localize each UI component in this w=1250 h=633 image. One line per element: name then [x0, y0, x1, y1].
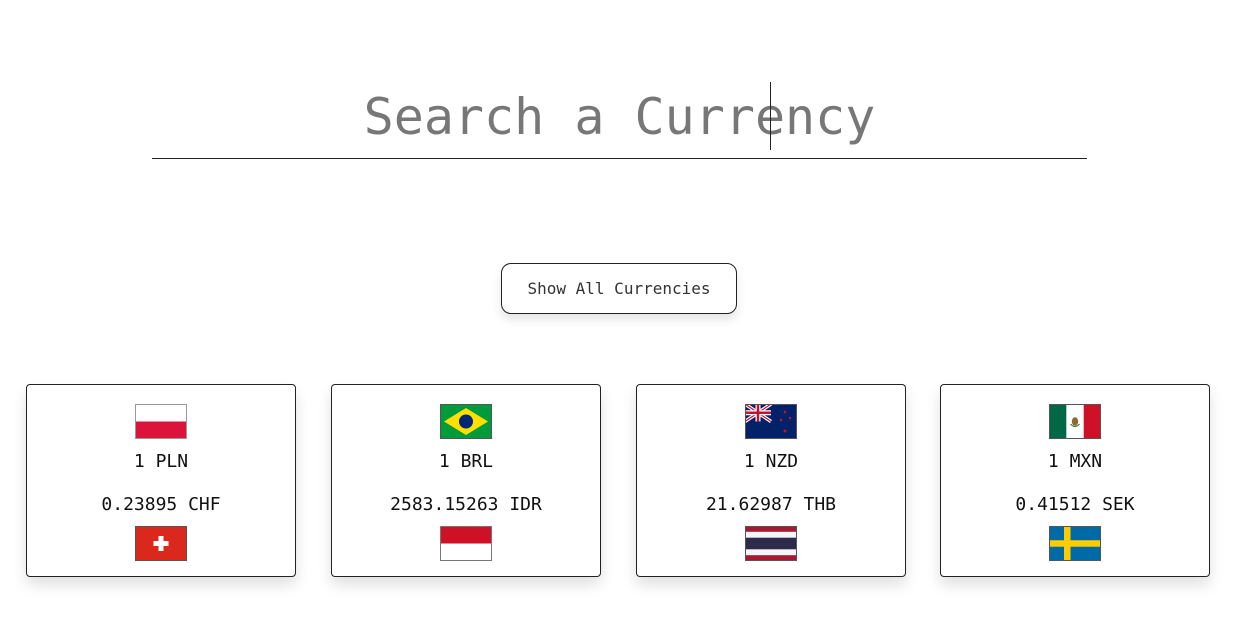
- mexico-flag-icon: [1049, 404, 1101, 439]
- from-amount: 1 PLN: [133, 451, 189, 472]
- show-all-currencies-button[interactable]: Show All Currencies: [501, 263, 737, 314]
- thailand-flag-icon: [745, 526, 797, 561]
- switzerland-flag-icon: [135, 526, 187, 561]
- from-amount: 1 MXN: [1047, 451, 1103, 472]
- currency-card-nzd-thb[interactable]: 1 NZD 21.62987 THB: [636, 384, 906, 577]
- from-amount: 1 BRL: [438, 451, 494, 472]
- currency-card-pln-chf[interactable]: 1 PLN 0.23895 CHF: [26, 384, 296, 577]
- new-zealand-flag-icon: [745, 404, 797, 439]
- from-amount: 1 NZD: [743, 451, 799, 472]
- converted-amount: 2583.15263 IDR: [390, 494, 542, 515]
- converted-amount: 0.23895 CHF: [101, 494, 221, 515]
- search-bar: [152, 78, 1087, 159]
- currency-card-mxn-sek[interactable]: 1 MXN 0.41512 SEK: [940, 384, 1210, 577]
- converted-amount: 0.41512 SEK: [1015, 494, 1135, 515]
- indonesia-flag-icon: [440, 526, 492, 561]
- sweden-flag-icon: [1049, 526, 1101, 561]
- search-input[interactable]: [152, 78, 1087, 156]
- currency-card-brl-idr[interactable]: 1 BRL 2583.15263 IDR: [331, 384, 601, 577]
- poland-flag-icon: [135, 404, 187, 439]
- text-caret: [770, 82, 771, 150]
- currency-converter-page: Show All Currencies 1 PLN 0.23895 CHF: [0, 0, 1250, 633]
- brazil-flag-icon: [440, 404, 492, 439]
- converted-amount: 21.62987 THB: [705, 494, 837, 515]
